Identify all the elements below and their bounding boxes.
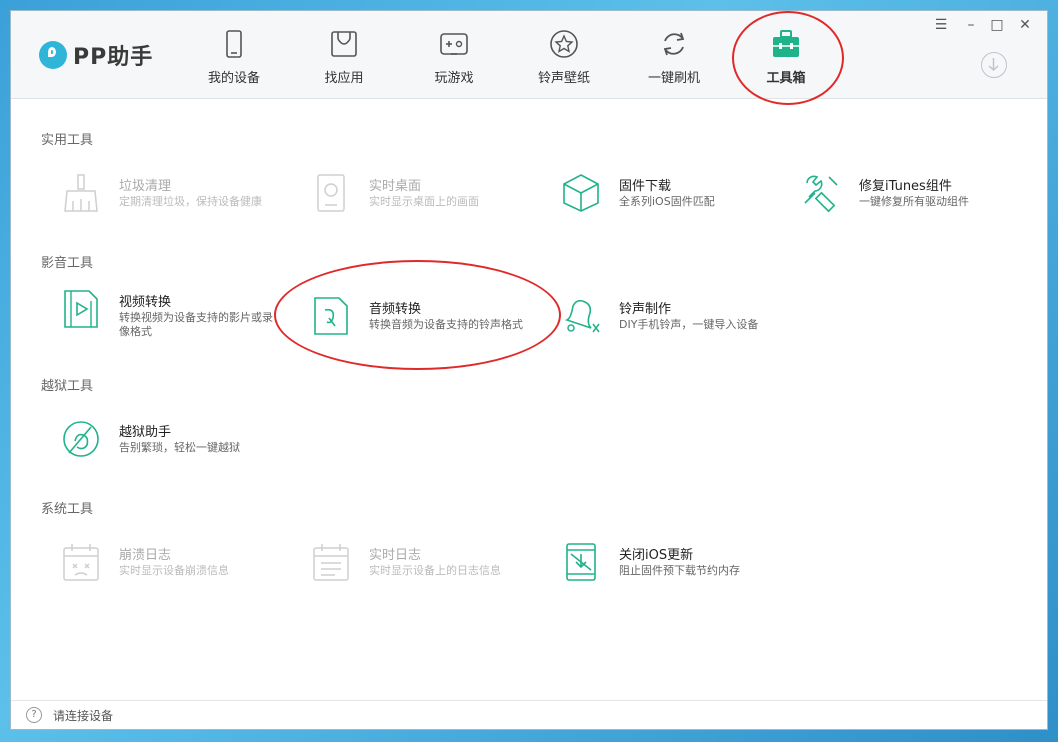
tab-label: 找应用 xyxy=(294,67,394,86)
tab-my-device[interactable]: 我的设备 xyxy=(184,29,284,89)
annotation-circle xyxy=(732,11,844,105)
annotation-circle xyxy=(274,260,561,370)
tab-play-games[interactable]: 玩游戏 xyxy=(404,29,504,89)
broom-icon xyxy=(61,173,101,213)
download-manager-button[interactable] xyxy=(981,52,1007,78)
tool-desc: 实时显示设备崩溃信息 xyxy=(119,564,279,578)
tool-ringtone-maker[interactable]: 铃声制作 DIY手机铃声，一键导入设备 xyxy=(561,294,801,344)
tool-name: 视频转换 xyxy=(119,291,171,310)
tool-desc: 一键修复所有驱动组件 xyxy=(859,195,1019,209)
refresh-icon xyxy=(659,29,689,59)
phone-screen-icon xyxy=(311,173,351,213)
tool-name: 实时日志 xyxy=(369,544,421,563)
tab-one-click-flash[interactable]: 一键刷机 xyxy=(624,29,724,89)
phone-block-icon xyxy=(561,542,601,582)
tool-firmware-download[interactable]: 固件下载 全系列iOS固件匹配 xyxy=(561,171,801,221)
app-window: PP助手 我的设备 找应用 xyxy=(10,10,1048,730)
tool-name: 修复iTunes组件 xyxy=(859,175,952,194)
tab-find-apps[interactable]: 找应用 xyxy=(294,29,394,89)
arrow-down-icon xyxy=(982,53,1005,76)
tab-label: 铃声壁纸 xyxy=(514,67,614,86)
tab-label: 一键刷机 xyxy=(624,67,724,86)
section-title-system: 系统工具 xyxy=(41,498,93,517)
tool-live-desktop[interactable]: 实时桌面 实时显示桌面上的画面 xyxy=(311,171,551,221)
tool-name: 越狱助手 xyxy=(119,421,171,440)
tool-name: 关闭iOS更新 xyxy=(619,544,693,563)
status-bar: ? 请连接设备 xyxy=(11,700,1047,729)
phone-icon xyxy=(219,29,249,59)
star-icon xyxy=(549,29,579,59)
tool-desc: 转换视频为设备支持的影片或录像格式 xyxy=(119,311,279,339)
gamepad-icon xyxy=(439,29,469,59)
tool-junk-clean[interactable]: 垃圾清理 定期清理垃圾，保持设备健康 xyxy=(61,171,301,221)
log-calendar-icon xyxy=(311,542,351,582)
jailbreak-icon xyxy=(61,419,101,459)
app-logo: PP助手 xyxy=(39,39,153,71)
minimize-button[interactable]: – xyxy=(961,17,981,33)
section-title-utility: 实用工具 xyxy=(41,129,93,148)
tool-name: 实时桌面 xyxy=(369,175,421,194)
tool-repair-itunes[interactable]: 修复iTunes组件 一键修复所有驱动组件 xyxy=(801,171,1041,221)
tab-ringtones-wallpapers[interactable]: 铃声壁纸 xyxy=(514,29,614,89)
menu-button[interactable]: ☰ xyxy=(931,17,951,33)
tool-name: 固件下载 xyxy=(619,175,671,194)
section-title-media: 影音工具 xyxy=(41,252,93,271)
section-title-jailbreak: 越狱工具 xyxy=(41,375,93,394)
tool-disable-ios-update[interactable]: 关闭iOS更新 阻止固件预下载节约内存 xyxy=(561,540,801,590)
crash-calendar-icon xyxy=(61,542,101,582)
tool-name: 垃圾清理 xyxy=(119,175,171,194)
tool-jailbreak-helper[interactable]: 越狱助手 告别繁琐，轻松一键越狱 xyxy=(61,417,301,467)
video-file-icon xyxy=(61,289,101,329)
cube-icon xyxy=(561,173,601,213)
tool-desc: 告别繁琐，轻松一键越狱 xyxy=(119,441,279,455)
tab-label: 玩游戏 xyxy=(404,67,504,86)
help-icon[interactable]: ? xyxy=(26,707,42,723)
tool-desc: 定期清理垃圾，保持设备健康 xyxy=(119,195,279,209)
tool-name: 铃声制作 xyxy=(619,298,671,317)
wrench-icon xyxy=(801,173,841,213)
tool-live-log[interactable]: 实时日志 实时显示设备上的日志信息 xyxy=(311,540,551,590)
tool-desc: 实时显示桌面上的画面 xyxy=(369,195,529,209)
tool-desc: DIY手机铃声，一键导入设备 xyxy=(619,318,779,332)
maximize-button[interactable]: □ xyxy=(987,17,1007,33)
top-bar: PP助手 我的设备 找应用 xyxy=(11,11,1047,99)
connection-status: 请连接设备 xyxy=(53,707,113,724)
tool-video-convert[interactable]: 视频转换 转换视频为设备支持的影片或录像格式 xyxy=(61,287,301,337)
shopping-bag-icon xyxy=(329,29,359,59)
tool-desc: 全系列iOS固件匹配 xyxy=(619,195,779,209)
tool-desc: 阻止固件预下载节约内存 xyxy=(619,564,779,578)
close-button[interactable]: ✕ xyxy=(1015,17,1035,33)
tab-label: 我的设备 xyxy=(184,67,284,86)
app-name: PP助手 xyxy=(73,39,153,71)
tool-crash-log[interactable]: 崩溃日志 实时显示设备崩溃信息 xyxy=(61,540,301,590)
tool-desc: 实时显示设备上的日志信息 xyxy=(369,564,529,578)
tool-name: 崩溃日志 xyxy=(119,544,171,563)
pp-logo-icon xyxy=(39,41,67,69)
bell-icon xyxy=(561,296,601,336)
